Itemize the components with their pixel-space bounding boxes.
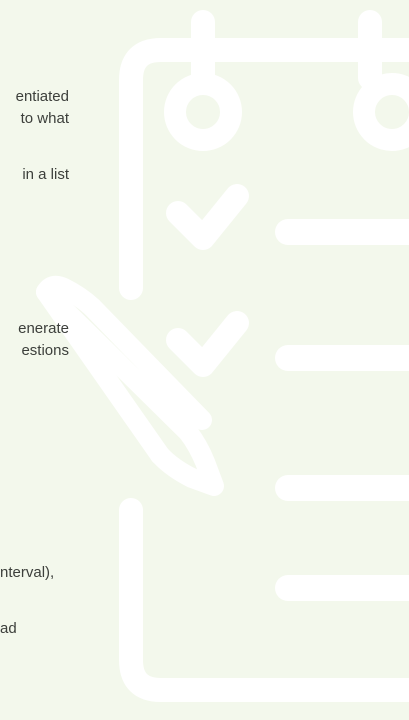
checkmark-icon xyxy=(166,311,249,377)
text-line-interval: nterval), xyxy=(0,564,55,581)
text-line-enerate: enerate xyxy=(18,320,69,337)
text-line-ad: ad xyxy=(0,620,17,637)
binder-ring-left xyxy=(164,73,242,151)
binder-ring-right xyxy=(353,73,409,151)
pencil-icon xyxy=(36,275,224,496)
text-line-in-a-list: in a list xyxy=(22,166,69,183)
checkmark-icon xyxy=(166,184,249,250)
text-line-entiated: entiated xyxy=(15,88,69,105)
text-line-estions: estions xyxy=(21,342,69,359)
text-line-to-what: to what xyxy=(20,110,69,127)
